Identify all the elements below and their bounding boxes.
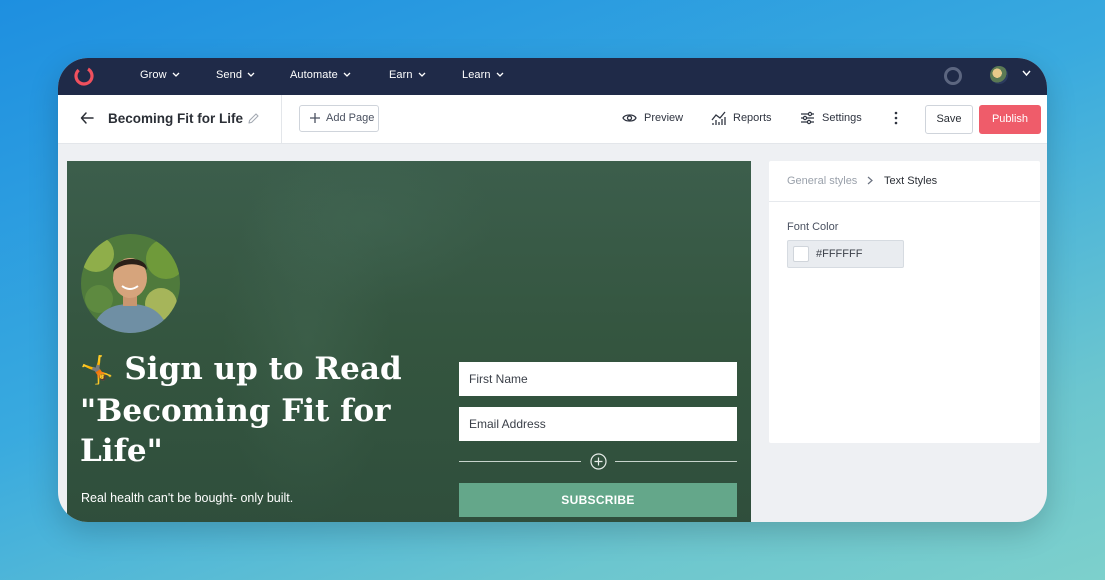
divider-line [615,461,737,462]
reports-button[interactable]: Reports [711,95,781,143]
add-field-row [459,453,737,471]
nav-item-label: Automate [290,69,338,81]
breadcrumb-general-styles[interactable]: General styles [787,175,857,187]
nav-item-label: Grow [140,69,167,81]
first-name-field[interactable] [459,362,737,396]
chevron-down-icon [496,72,504,78]
profile-photo[interactable] [81,234,180,333]
add-field-plus-icon[interactable] [590,453,607,470]
nav-item-label: Learn [462,69,491,81]
toolbar-divider [281,95,282,143]
add-page-button[interactable]: Add Page [299,105,379,132]
color-swatch[interactable] [793,246,809,262]
nav-item-send[interactable]: Send [216,58,255,95]
sliders-icon [801,111,814,125]
font-color-picker[interactable]: #FFFFFF [787,240,904,268]
status-ring-icon[interactable] [944,67,962,85]
edit-pencil-icon[interactable] [247,112,260,125]
plus-icon [310,113,320,123]
breadcrumb: General styles Text Styles [769,161,1040,202]
convertkit-logo-icon[interactable] [72,64,96,88]
nav-item-label: Earn [389,69,413,81]
email-field[interactable] [459,407,737,441]
nav-item-label: Send [216,69,243,81]
chevron-down-icon [343,72,351,78]
font-color-value: #FFFFFF [816,248,863,260]
nav-item-learn[interactable]: Learn [462,58,504,95]
chevron-down-icon[interactable] [1022,70,1031,77]
font-color-label: Font Color [787,221,839,233]
landing-page-canvas[interactable]: 🤸 Sign up to Read "Becoming Fit for Life… [67,161,751,522]
page-title: Becoming Fit for Life [108,111,243,126]
nav-item-grow[interactable]: Grow [140,58,180,95]
chevron-down-icon [418,72,426,78]
back-arrow-icon[interactable] [80,111,94,125]
chevron-down-icon [247,72,255,78]
headline-text: Sign up to Read "Becoming Fit for Life" [80,351,402,469]
save-button[interactable]: Save [925,105,973,134]
landing-subtext[interactable]: Real health can't be bought- only built. [81,491,293,505]
top-nav: Grow Send Automate Earn Learn [58,58,1047,95]
subscribe-button[interactable]: SUBSCRIBE [459,483,737,517]
settings-button[interactable]: Settings [800,95,870,143]
nav-item-automate[interactable]: Automate [290,58,351,95]
eye-icon [622,114,637,122]
app-window: Grow Send Automate Earn Learn Becoming F… [58,58,1047,522]
preview-button[interactable]: Preview [622,95,692,143]
user-avatar[interactable] [990,66,1008,84]
cartwheel-emoji-icon: 🤸 [80,355,114,386]
more-options-icon[interactable] [894,111,898,125]
divider-line [459,461,581,462]
reports-chart-icon [711,111,726,125]
nav-item-earn[interactable]: Earn [389,58,426,95]
author-photo-image [81,234,180,333]
chevron-right-icon [867,176,873,185]
add-page-label: Add Page [326,112,375,124]
styles-panel: General styles Text Styles Font Color #F… [769,161,1040,443]
publish-button[interactable]: Publish [979,105,1041,134]
breadcrumb-text-styles: Text Styles [884,175,938,187]
chevron-down-icon [172,72,180,78]
editor-toolbar: Becoming Fit for Life Add Page Preview R… [58,95,1047,144]
landing-headline[interactable]: 🤸 Sign up to Read "Becoming Fit for Life… [80,349,410,471]
